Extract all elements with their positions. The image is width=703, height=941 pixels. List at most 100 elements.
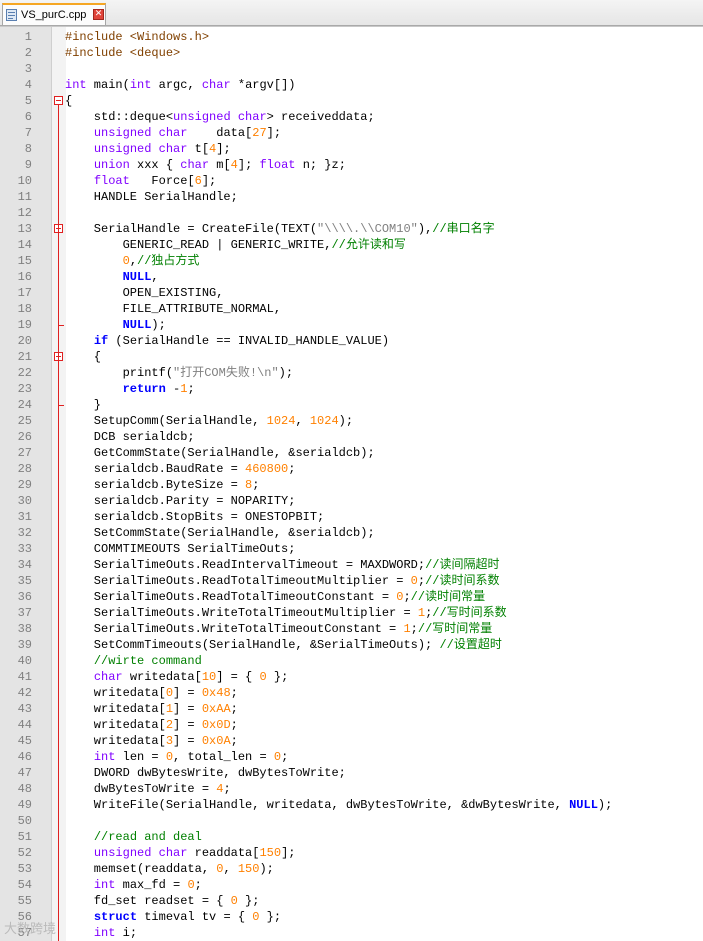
code-line[interactable]: 36 SerialTimeOuts.ReadTotalTimeoutConsta… — [0, 589, 703, 605]
code-line[interactable]: 11 HANDLE SerialHandle; — [0, 189, 703, 205]
code-line[interactable]: 39 SetCommTimeouts(SerialHandle, &Serial… — [0, 637, 703, 653]
line-number: 13 — [17, 222, 32, 236]
fold-collapse-icon[interactable] — [54, 96, 63, 105]
code-text: DCB serialdcb; — [65, 429, 195, 445]
code-line[interactable]: 21 { — [0, 349, 703, 365]
code-text: unsigned char data[27]; — [65, 125, 281, 141]
code-token: SerialHandle = CreateFile(TEXT( — [65, 222, 318, 236]
code-line[interactable]: 12 — [0, 205, 703, 221]
code-line[interactable]: 53 memset(readdata, 0, 150); — [0, 861, 703, 877]
code-text: COMMTIMEOUTS SerialTimeOuts; — [65, 541, 296, 557]
code-text: writedata[3] = 0x0A; — [65, 733, 238, 749]
line-number: 16 — [17, 270, 32, 284]
code-token: 0 — [230, 894, 238, 908]
code-line[interactable]: 44 writedata[2] = 0x0D; — [0, 717, 703, 733]
code-line[interactable]: 14 GENERIC_READ | GENERIC_WRITE,//允许读和写 — [0, 237, 703, 253]
code-line[interactable]: 51 //read and deal — [0, 829, 703, 845]
code-line[interactable]: 55 fd_set readset = { 0 }; — [0, 893, 703, 909]
code-token: 0xAA — [201, 702, 231, 716]
code-line[interactable]: 41 char writedata[10] = { 0 }; — [0, 669, 703, 685]
code-line[interactable]: 35 SerialTimeOuts.ReadTotalTimeoutMultip… — [0, 573, 703, 589]
code-line[interactable]: 8 unsigned char t[4]; — [0, 141, 703, 157]
line-number: 3 — [24, 62, 32, 76]
code-token: ; — [288, 462, 296, 476]
code-token: - — [165, 382, 181, 396]
line-number: 19 — [17, 318, 32, 332]
code-text: return -1; — [65, 381, 195, 397]
code-line[interactable]: 4 int main(int argc, char *argv[]) — [0, 77, 703, 93]
code-line[interactable]: 54 int max_fd = 0; — [0, 877, 703, 893]
code-line[interactable]: 48 dwBytesToWrite = 4; — [0, 781, 703, 797]
close-icon[interactable]: ✕ — [93, 9, 104, 20]
code-line[interactable]: 50 — [0, 813, 703, 829]
code-line[interactable]: 9 union xxx { char m[4]; float n; }z; — [0, 157, 703, 173]
code-line[interactable]: 28 serialdcb.BaudRate = 460800; — [0, 461, 703, 477]
code-line[interactable]: 42 writedata[0] = 0x48; — [0, 685, 703, 701]
code-line[interactable]: 29 serialdcb.ByteSize = 8; — [0, 477, 703, 493]
file-tab[interactable]: VS_purC.cpp ✕ — [2, 3, 106, 25]
code-line[interactable]: 56 struct timeval tv = { 0 }; — [0, 909, 703, 925]
code-line[interactable]: 49 WriteFile(SerialHandle, writedata, dw… — [0, 797, 703, 813]
code-line[interactable]: 46 int len = 0, total_len = 0; — [0, 749, 703, 765]
code-token: argc, — [151, 78, 202, 92]
line-number: 54 — [17, 878, 32, 892]
code-editor[interactable]: 1 #include <Windows.h> 2 #include <deque> 3 4… — [0, 26, 703, 941]
code-text: writedata[1] = 0xAA; — [65, 701, 238, 717]
code-line[interactable]: 15 0,//独占方式 — [0, 253, 703, 269]
code-area[interactable]: 1 #include <Windows.h> 2 #include <deque> 3 4… — [0, 27, 703, 941]
code-text: unsigned char readdata[150]; — [65, 845, 296, 861]
code-line[interactable]: 3 — [0, 61, 703, 77]
code-token: ); — [151, 318, 166, 332]
code-line[interactable]: 22 printf("打开COM失败!\n"); — [0, 365, 703, 381]
code-line[interactable]: 6 std::deque<unsigned char> receiveddata… — [0, 109, 703, 125]
code-line[interactable]: 20 if (SerialHandle == INVALID_HANDLE_VA… — [0, 333, 703, 349]
code-token: 0x0D — [201, 718, 231, 732]
code-line[interactable]: 25 SetupComm(SerialHandle, 1024, 1024); — [0, 413, 703, 429]
code-line[interactable]: 43 writedata[1] = 0xAA; — [0, 701, 703, 717]
code-line[interactable]: 30 serialdcb.Parity = NOPARITY; — [0, 493, 703, 509]
code-line[interactable]: 10 float Force[6]; — [0, 173, 703, 189]
code-line[interactable]: 1 #include <Windows.h> — [0, 29, 703, 45]
code-line[interactable]: 33 COMMTIMEOUTS SerialTimeOuts; — [0, 541, 703, 557]
code-token: 2 — [165, 718, 174, 732]
code-line[interactable]: 37 SerialTimeOuts.WriteTotalTimeoutMulti… — [0, 605, 703, 621]
code-line[interactable]: 31 serialdcb.StopBits = ONESTOPBIT; — [0, 509, 703, 525]
code-line[interactable]: 34 SerialTimeOuts.ReadIntervalTimeout = … — [0, 557, 703, 573]
code-line[interactable]: 26 DCB serialdcb; — [0, 429, 703, 445]
code-line[interactable]: 40 //wirte command — [0, 653, 703, 669]
code-token: if — [93, 334, 109, 348]
code-token: main( — [86, 78, 130, 92]
code-line[interactable]: 13 SerialHandle = CreateFile(TEXT("\\\\.… — [0, 221, 703, 237]
code-text: char writedata[10] = { 0 }; — [65, 669, 288, 685]
line-number: 53 — [17, 862, 32, 876]
code-token: //读时间常量 — [410, 590, 486, 604]
code-token: writedata[ — [122, 670, 202, 684]
code-line[interactable]: 23 return -1; — [0, 381, 703, 397]
code-text: SerialTimeOuts.WriteTotalTimeoutConstant… — [65, 621, 492, 637]
code-line[interactable]: 38 SerialTimeOuts.WriteTotalTimeoutConst… — [0, 621, 703, 637]
code-line[interactable]: 47 DWORD dwBytesWrite, dwBytesToWrite; — [0, 765, 703, 781]
code-token: 10 — [201, 670, 217, 684]
line-number: 15 — [17, 254, 32, 268]
code-token: 1024 — [309, 414, 339, 428]
code-line[interactable]: 17 OPEN_EXISTING, — [0, 285, 703, 301]
code-line[interactable]: 7 unsigned char data[27]; — [0, 125, 703, 141]
code-token: union — [93, 158, 130, 172]
code-line[interactable]: 32 SetCommState(SerialHandle, &serialdcb… — [0, 525, 703, 541]
code-token: ; — [194, 878, 202, 892]
code-token: WriteFile(SerialHandle, writedata, dwByt… — [65, 798, 570, 812]
line-number: 1 — [24, 30, 32, 44]
code-token: memset(readdata, — [65, 862, 217, 876]
code-line[interactable]: 24 } — [0, 397, 703, 413]
code-token: HANDLE SerialHandle; — [65, 190, 238, 204]
code-line[interactable]: 19 NULL); — [0, 317, 703, 333]
code-line[interactable]: 5{ — [0, 93, 703, 109]
code-line[interactable]: 57 int i; — [0, 925, 703, 941]
code-line[interactable]: 18 FILE_ATTRIBUTE_NORMAL, — [0, 301, 703, 317]
code-line[interactable]: 45 writedata[3] = 0x0A; — [0, 733, 703, 749]
code-line[interactable]: 16 NULL, — [0, 269, 703, 285]
code-line[interactable]: 2 #include <deque> — [0, 45, 703, 61]
code-line[interactable]: 52 unsigned char readdata[150]; — [0, 845, 703, 861]
code-line[interactable]: 27 GetCommState(SerialHandle, &serialdcb… — [0, 445, 703, 461]
